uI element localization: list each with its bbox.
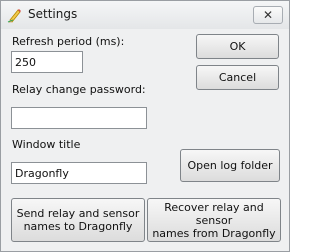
relay-password-input[interactable] bbox=[11, 107, 147, 129]
pencil-icon bbox=[7, 7, 23, 23]
refresh-period-input[interactable] bbox=[11, 51, 83, 73]
recover-names-button[interactable]: Recover relay and sensor names from Drag… bbox=[147, 198, 281, 242]
window-title: Settings bbox=[28, 7, 78, 21]
send-names-button[interactable]: Send relay and sensor names to Dragonfly bbox=[11, 198, 145, 242]
open-log-folder-button[interactable]: Open log folder bbox=[180, 149, 280, 182]
refresh-period-label: Refresh period (ms): bbox=[12, 35, 125, 48]
window-title-input[interactable] bbox=[11, 162, 147, 184]
relay-password-label: Relay change password: bbox=[12, 83, 146, 96]
cancel-button[interactable]: Cancel bbox=[196, 65, 279, 90]
close-button[interactable]: ✕ bbox=[253, 6, 283, 24]
window-title-label: Window title bbox=[12, 138, 81, 151]
title-bar: Settings ✕ bbox=[1, 1, 289, 29]
close-icon: ✕ bbox=[262, 8, 274, 22]
settings-dialog: Settings ✕ Refresh period (ms): Relay ch… bbox=[0, 0, 290, 252]
ok-button[interactable]: OK bbox=[196, 34, 279, 59]
